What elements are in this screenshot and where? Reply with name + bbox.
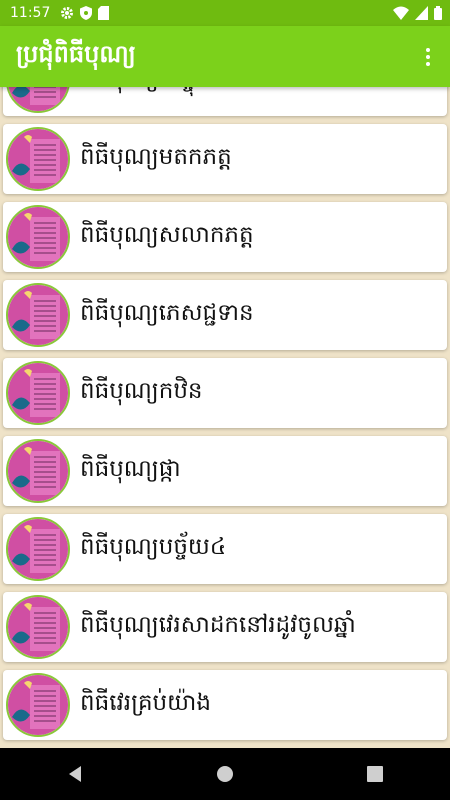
book-cover-thumbnail (6, 439, 70, 503)
book-cover-thumbnail (6, 517, 70, 581)
list-item-label: ពិធីបុណ្យផ្កា (80, 455, 181, 482)
home-button[interactable] (195, 748, 255, 800)
navigation-bar (0, 748, 450, 800)
list-item[interactable]: ពិធីបុណ្យកឋិន (3, 358, 447, 428)
back-button[interactable] (45, 748, 105, 800)
gear-icon (61, 7, 74, 19)
book-cover-thumbnail (6, 127, 70, 191)
list-item-label: ពិធីបុណ្យមតកភត្ត (80, 143, 232, 170)
status-bar: 11:57 (0, 0, 450, 26)
list-item-label: ពិធីបុណ្យភេសជ្ជទាន (80, 299, 254, 326)
recents-button[interactable] (345, 748, 405, 800)
list-item[interactable]: ពិធីបុណ្យភេសជ្ជទាន (3, 280, 447, 350)
list-item[interactable]: ពិធីវេរគ្រប់យ៉ាង (3, 670, 447, 740)
more-vert-icon[interactable] (416, 37, 440, 77)
list-item-label: ពិធីវេរគ្រប់យ៉ាង (80, 689, 211, 716)
app-title: ប្រជុំពិធីបុណ្យ (16, 40, 136, 68)
list-item-label: ពិធីបុណ្យវេរសាដកនៅរដូវចូលឆ្នាំ (80, 611, 356, 638)
wifi-icon (393, 6, 409, 20)
list-item[interactable]: ពិធីបុណ្យមតកភត្ត (3, 124, 447, 194)
book-cover-thumbnail (6, 283, 70, 347)
book-cover-thumbnail (6, 205, 70, 269)
list-item[interactable]: ពិធីបុណ្យបញ្ចុះសីមា (3, 87, 447, 116)
book-cover-thumbnail (6, 595, 70, 659)
app-bar: ប្រជុំពិធីបុណ្យ (0, 26, 450, 87)
list-item[interactable]: ពិធីបុណ្យសលាកភត្ត (3, 202, 447, 272)
signal-icon (415, 6, 428, 20)
list-item-label: ពិធីបុណ្យសលាកភត្ត (80, 221, 254, 248)
book-cover-thumbnail (6, 361, 70, 425)
list-item[interactable]: ពិធីបុណ្យវេរសាដកនៅរដូវចូលឆ្នាំ (3, 592, 447, 662)
list-item-label: ពិធីបុណ្យបច្ច័យ៤ (80, 533, 227, 560)
list-item[interactable]: ពិធីបុណ្យផ្កា (3, 436, 447, 506)
list-item-label: ពិធីបុណ្យបញ្ចុះសីមា (80, 87, 249, 98)
recents-icon (367, 766, 383, 782)
status-time: 11:57 (10, 5, 51, 21)
ceremony-list[interactable]: ពិធីបុណ្យបញ្ចុះសីមាពិធីបុណ្យមតកភត្តពិធីប… (0, 87, 450, 748)
shield-icon (80, 6, 93, 20)
list-item-label: ពិធីបុណ្យកឋិន (80, 377, 203, 404)
back-icon (69, 766, 81, 782)
book-cover-thumbnail (6, 87, 70, 113)
battery-icon (434, 6, 442, 20)
home-icon (217, 766, 233, 782)
book-cover-thumbnail (6, 673, 70, 737)
sd-card-icon (98, 6, 110, 20)
list-item[interactable]: ពិធីបុណ្យបច្ច័យ៤ (3, 514, 447, 584)
